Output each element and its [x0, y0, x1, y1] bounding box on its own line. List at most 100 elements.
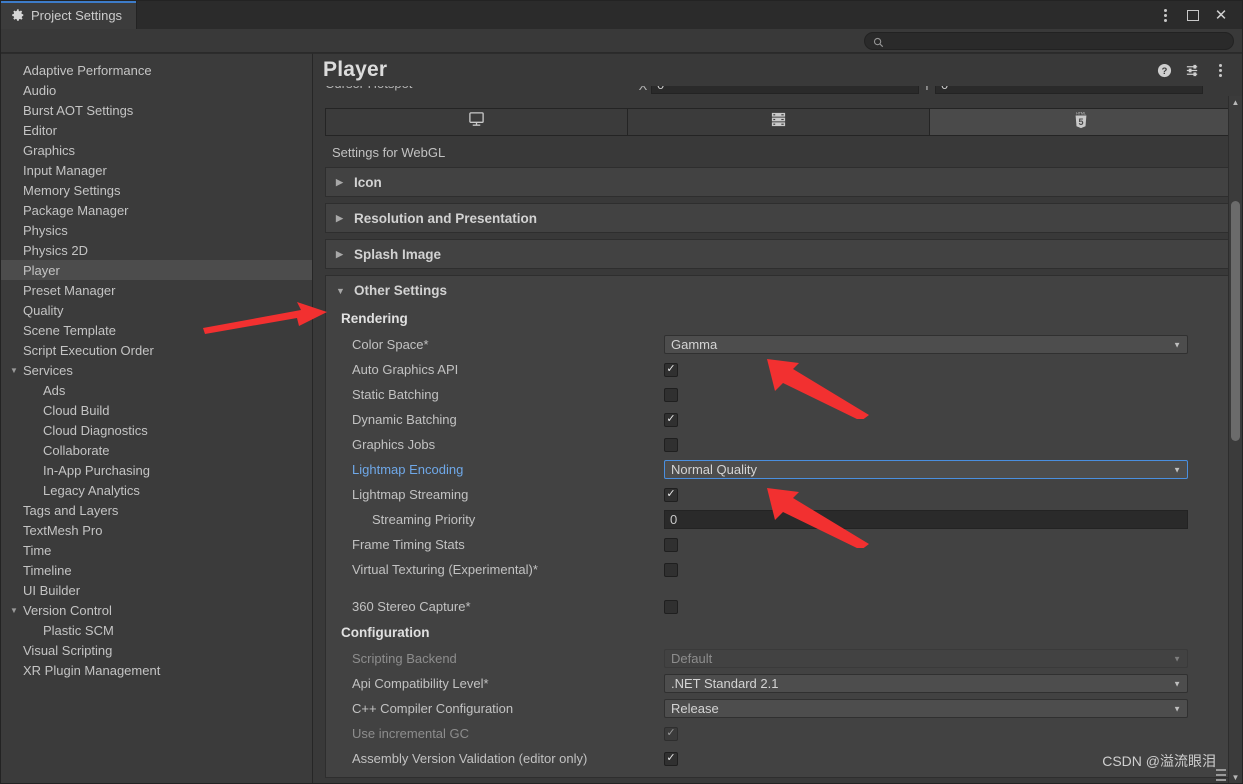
sidebar-item-label: Version Control [23, 602, 112, 618]
titlebar-spacer [137, 1, 1152, 29]
foldout-label: Icon [354, 174, 382, 190]
close-icon[interactable]: ✕ [1208, 2, 1234, 28]
sidebar-item-memory-settings[interactable]: Memory Settings [1, 180, 312, 200]
sidebar-item-services[interactable]: ▼ Services [1, 360, 312, 380]
checkbox-frame-timing-stats[interactable]: ✓ [664, 537, 678, 552]
setting-label: Static Batching [352, 387, 439, 402]
sidebar-item-label: Burst AOT Settings [23, 102, 134, 118]
chevron-down-icon[interactable]: ▼ [7, 606, 21, 615]
sidebar-item-adaptive-performance[interactable]: Adaptive Performance [1, 60, 312, 80]
checkbox-virtual-texturing-experimental[interactable]: ✓ [664, 562, 678, 577]
checkbox-auto-graphics-api[interactable]: ✓ [664, 362, 678, 377]
checkbox-360-stereo-capture[interactable]: ✓ [664, 599, 678, 614]
platform-tab-dedicated-server[interactable] [628, 109, 930, 135]
setting-label: Frame Timing Stats [352, 537, 465, 552]
textfield-streaming-priority[interactable]: 0 [664, 510, 1188, 529]
setting-label: Assembly Version Validation (editor only… [352, 751, 588, 766]
foldout-icon[interactable]: ▶ Icon [325, 167, 1232, 197]
setting-row-use-incremental-gc: Use incremental GC ✓ [334, 721, 1223, 746]
sidebar-item-label: Input Manager [23, 162, 107, 178]
sidebar-item-label: Tags and Layers [23, 502, 119, 518]
sidebar-item-physics[interactable]: Physics [1, 220, 312, 240]
preset-icon[interactable] [1184, 62, 1200, 78]
resize-grip[interactable] [1216, 769, 1226, 781]
sidebar-item-scene-template[interactable]: Scene Template [1, 320, 312, 340]
foldout-splash-image[interactable]: ▶ Splash Image [325, 239, 1232, 269]
checkbox-dynamic-batching[interactable]: ✓ [664, 412, 678, 427]
foldout-label: Other Settings [354, 283, 448, 298]
sidebar-item-collaborate[interactable]: Collaborate [1, 440, 312, 460]
help-icon[interactable]: ? [1156, 62, 1172, 78]
checkbox-lightmap-streaming[interactable]: ✓ [664, 487, 678, 502]
sidebar-item-quality[interactable]: Quality [1, 300, 312, 320]
sidebar-item-plastic-scm[interactable]: Plastic SCM [1, 620, 312, 640]
setting-label: Virtual Texturing (Experimental)* [352, 562, 538, 577]
sidebar-item-xr-plugin-management[interactable]: XR Plugin Management [1, 660, 312, 680]
main-vertical-scrollbar[interactable]: ▲ ▼ [1228, 96, 1242, 783]
setting-row-graphics-jobs: Graphics Jobs ✓ [334, 432, 1223, 457]
sidebar-item-script-execution-order[interactable]: Script Execution Order [1, 340, 312, 360]
sidebar-item-physics-2d[interactable]: Physics 2D [1, 240, 312, 260]
checkbox-graphics-jobs[interactable]: ✓ [664, 437, 678, 452]
project-settings-window: Project Settings ✕ Adaptive Performance … [0, 0, 1243, 784]
setting-row-lightmap-streaming: Lightmap Streaming ✓ [334, 482, 1223, 507]
sidebar-item-textmesh-pro[interactable]: TextMesh Pro [1, 520, 312, 540]
dropdown-c-compiler-configuration[interactable]: Release ▼ [664, 699, 1188, 718]
sidebar-item-editor[interactable]: Editor [1, 120, 312, 140]
checkbox-assembly-version-validation-editor-only[interactable]: ✓ [664, 751, 678, 766]
scrollbar-thumb[interactable] [1231, 201, 1240, 441]
setting-row-lightmap-encoding: Lightmap Encoding Normal Quality ▼ [334, 457, 1223, 482]
sidebar-item-ui-builder[interactable]: UI Builder [1, 580, 312, 600]
sidebar-item-time[interactable]: Time [1, 540, 312, 560]
group-title: Rendering [341, 311, 408, 326]
setting-row-virtual-texturing-experimental: Virtual Texturing (Experimental)* ✓ [334, 557, 1223, 582]
setting-label: Streaming Priority [372, 512, 476, 527]
sidebar-item-in-app-purchasing[interactable]: In-App Purchasing [1, 460, 312, 480]
chevron-down-icon: ▼ [1173, 679, 1181, 688]
sidebar-item-legacy-analytics[interactable]: Legacy Analytics [1, 480, 312, 500]
sidebar-item-preset-manager[interactable]: Preset Manager [1, 280, 312, 300]
kebab-menu-icon[interactable] [1152, 2, 1178, 28]
settings-main-panel: Player ? X 0 Y 0 HTML 5 Settings for Web… [313, 53, 1242, 783]
dropdown-value: Release [671, 701, 719, 716]
tab-project-settings[interactable]: Project Settings [1, 1, 138, 29]
maximize-icon[interactable] [1180, 2, 1206, 28]
sidebar-item-label: Physics 2D [23, 242, 89, 258]
sidebar-item-label: XR Plugin Management [23, 662, 161, 678]
sidebar-item-player[interactable]: Player [1, 260, 312, 280]
sidebar-item-cloud-build[interactable]: Cloud Build [1, 400, 312, 420]
main-kebab-menu-icon[interactable] [1212, 62, 1228, 78]
platform-tab-standalone[interactable] [326, 109, 628, 135]
search-input[interactable] [884, 32, 1233, 49]
sidebar-item-version-control[interactable]: ▼ Version Control [1, 600, 312, 620]
foldout-other-settings[interactable]: ▼ Other Settings [325, 275, 1232, 305]
setting-row-color-space: Color Space* Gamma ▼ [334, 332, 1223, 357]
sidebar-item-cloud-diagnostics[interactable]: Cloud Diagnostics [1, 420, 312, 440]
dropdown-value: Normal Quality [671, 462, 757, 477]
sidebar-item-label: Services [23, 362, 73, 378]
platform-tab-webgl[interactable]: HTML 5 [930, 109, 1231, 135]
checkbox-static-batching[interactable]: ✓ [664, 387, 678, 402]
sidebar-item-visual-scripting[interactable]: Visual Scripting [1, 640, 312, 660]
dropdown-color-space[interactable]: Gamma ▼ [664, 335, 1188, 354]
sidebar-item-ads[interactable]: Ads [1, 380, 312, 400]
dropdown-api-compatibility-level[interactable]: .NET Standard 2.1 ▼ [664, 674, 1188, 693]
sidebar-item-tags-and-layers[interactable]: Tags and Layers [1, 500, 312, 520]
sidebar-item-burst-aot-settings[interactable]: Burst AOT Settings [1, 100, 312, 120]
sidebar-item-input-manager[interactable]: Input Manager [1, 160, 312, 180]
setting-label: Graphics Jobs [352, 437, 436, 452]
sidebar-item-package-manager[interactable]: Package Manager [1, 200, 312, 220]
sidebar-item-audio[interactable]: Audio [1, 80, 312, 100]
chevron-down-icon[interactable]: ▼ [7, 366, 21, 375]
scroll-down-icon[interactable]: ▼ [1229, 771, 1242, 783]
sidebar-item-label: Time [23, 542, 52, 558]
sidebar-item-graphics[interactable]: Graphics [1, 140, 312, 160]
dropdown-lightmap-encoding[interactable]: Normal Quality ▼ [664, 460, 1188, 479]
settings-sidebar[interactable]: Adaptive Performance Audio Burst AOT Setti… [1, 53, 313, 783]
scroll-up-icon[interactable]: ▲ [1229, 96, 1242, 108]
foldout-resolution-and-presentation[interactable]: ▶ Resolution and Presentation [325, 203, 1232, 233]
chevron-down-icon: ▼ [1173, 654, 1181, 663]
search-box[interactable] [864, 31, 1234, 50]
sidebar-item-timeline[interactable]: Timeline [1, 560, 312, 580]
svg-text:HTML: HTML [1076, 111, 1086, 115]
